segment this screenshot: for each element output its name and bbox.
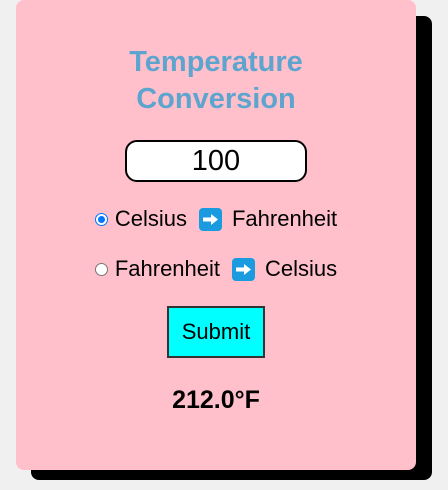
right-arrow-icon [198,207,222,231]
conversion-result: 212.0°F [172,386,260,414]
title-line-2: Conversion [136,83,296,115]
option-from-label: Fahrenheit [114,256,221,281]
radio-fahrenheit-to-celsius[interactable] [94,262,108,276]
option-celsius-to-fahrenheit[interactable]: Celsius Fahrenheit [16,204,416,234]
page-title: Temperature Conversion [16,44,416,118]
temperature-input[interactable] [125,140,307,182]
option-from-label: Celsius [114,206,187,231]
option-to-label: Fahrenheit [231,206,338,231]
option-fahrenheit-to-celsius[interactable]: Fahrenheit Celsius [16,254,416,284]
submit-button[interactable]: Submit [167,306,265,358]
option-to-label: Celsius [265,256,338,281]
title-line-1: Temperature [129,46,303,78]
right-arrow-icon [232,257,256,281]
radio-celsius-to-fahrenheit[interactable] [94,212,108,226]
converter-card: Temperature Conversion Celsius Fahrenhei… [16,0,416,470]
